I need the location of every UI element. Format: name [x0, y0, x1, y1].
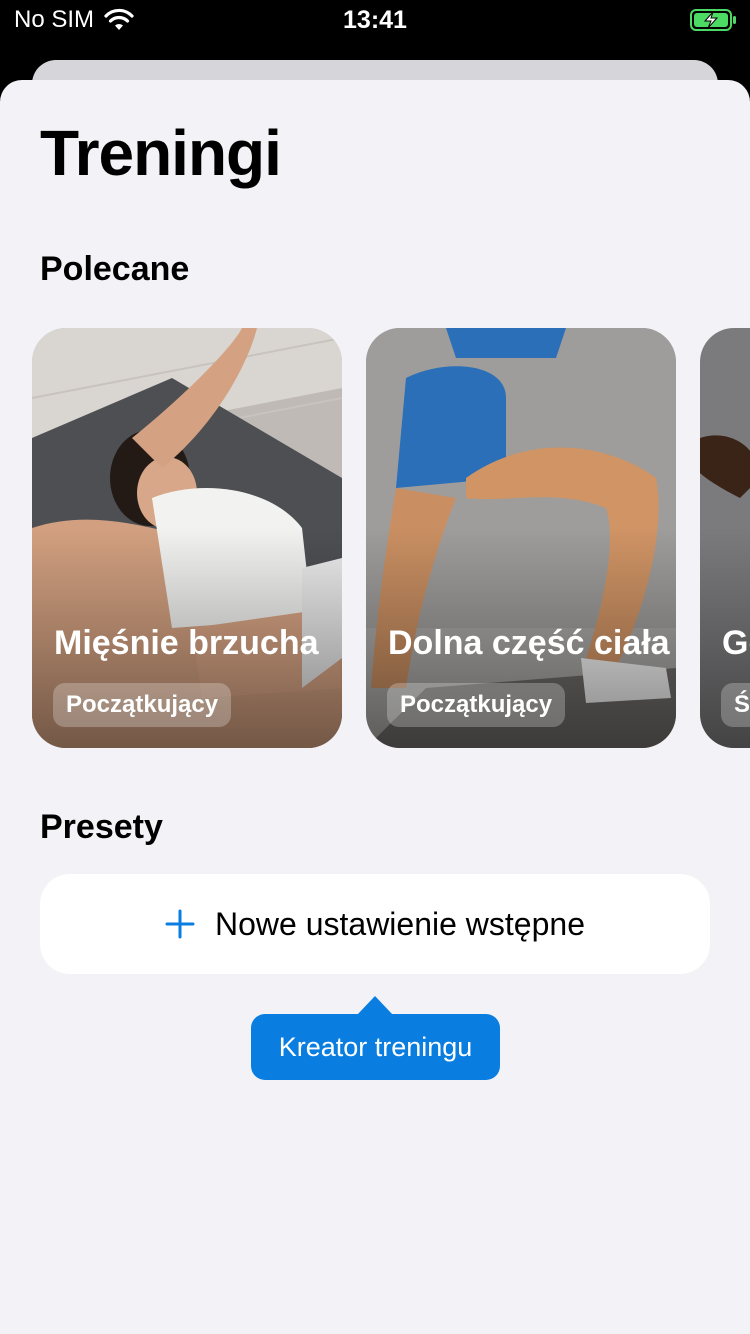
difficulty-badge: Początkujący	[53, 683, 232, 727]
featured-heading: Polecane	[40, 250, 190, 288]
new-preset-label: Nowe ustawienie wstępne	[215, 905, 585, 942]
featured-carousel[interactable]: Mięśnie brzucha Początkujący Dolna część…	[0, 328, 750, 748]
page-title: Treningi	[40, 117, 282, 189]
tooltip-arrow	[357, 996, 393, 1015]
presets-heading: Presety	[40, 808, 163, 846]
workout-card-title: Gó	[722, 624, 750, 662]
status-bar: No SIM 13:41	[0, 0, 750, 40]
workout-card-upper-body[interactable]: Gó Ś	[700, 328, 750, 748]
workout-card-title: Mięśnie brzucha	[54, 624, 319, 662]
difficulty-badge: Początkujący	[387, 683, 566, 727]
difficulty-badge: Ś	[721, 683, 750, 727]
new-preset-button[interactable]: Nowe ustawienie wstępne	[40, 874, 710, 974]
workout-creator-tooltip[interactable]: Kreator treningu	[251, 1014, 500, 1080]
battery-charging-icon	[690, 9, 736, 31]
workout-card-lower-body[interactable]: Dolna część ciała Początkujący	[366, 328, 676, 748]
status-time: 13:41	[343, 6, 407, 34]
workouts-sheet: Treningi Polecane Mięśnie brzucha Począt…	[0, 80, 750, 1334]
workout-card-abs[interactable]: Mięśnie brzucha Początkujący	[32, 328, 342, 748]
workout-card-title: Dolna część ciała	[388, 624, 670, 662]
plus-icon	[165, 909, 195, 939]
